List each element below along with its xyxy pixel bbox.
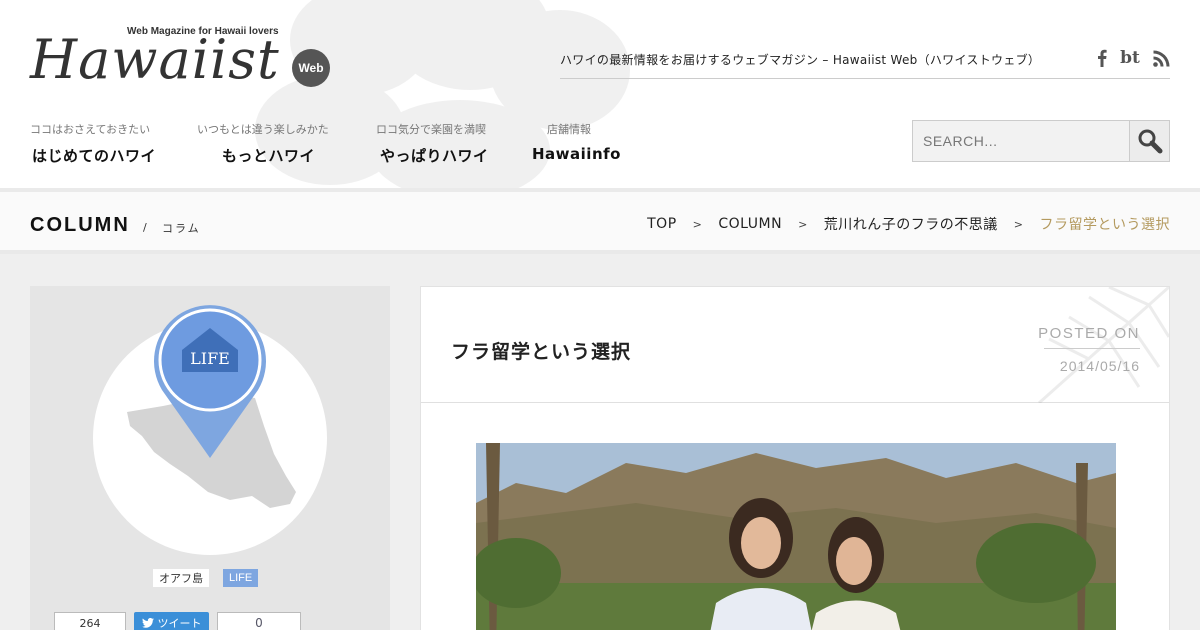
category-panel: LIFE オアフ島 LIFE 264 ツイート 0	[30, 286, 390, 630]
posted-on-label: POSTED ON	[1038, 325, 1140, 342]
article-title: フラ留学という選択	[451, 341, 632, 363]
bt-label: bt	[1120, 48, 1140, 68]
tag-life[interactable]: LIFE	[223, 569, 259, 587]
tweet-button[interactable]: ツイート	[134, 612, 209, 630]
site-logo[interactable]: Web Magazine for Hawaii lovers Hawaiist …	[30, 24, 330, 94]
search-button[interactable]	[1129, 121, 1169, 161]
logo-web-badge: Web	[292, 49, 330, 87]
section-title-bar: COLUMN / コラム TOP > COLUMN > 荒川れん子のフラの不思議…	[0, 188, 1200, 254]
nav-subtitle: ココはおさえておきたい	[30, 123, 151, 136]
logo-wordmark: Hawaiist	[30, 28, 280, 91]
site-description: ハワイの最新情報をお届けするウェブマガジン – Hawaiist Web（ハワイ…	[560, 53, 1041, 67]
breadcrumb: TOP > COLUMN > 荒川れん子のフラの不思議 > フラ留学という選択	[647, 214, 1170, 234]
section-title: COLUMN	[30, 214, 130, 236]
nav-subtitle: ロコ気分で楽園を満喫	[376, 123, 486, 136]
search-icon	[1138, 129, 1162, 154]
nav-item-yappari-hawaii[interactable]: ロコ気分で楽園を満喫 やっぱりハワイ	[376, 121, 489, 166]
facebook-icon[interactable]	[1094, 48, 1110, 68]
nav-label: やっぱりハワイ	[380, 147, 489, 165]
header-divider	[560, 78, 1170, 79]
share-count-secondary: 0	[217, 612, 301, 630]
nav-item-first-hawaii[interactable]: ココはおさえておきたい はじめてのハワイ	[30, 121, 156, 166]
search-form	[912, 120, 1170, 162]
rss-icon[interactable]	[1151, 48, 1171, 68]
article-card: フラ留学という選択 POSTED ON 2014/05/16	[420, 286, 1170, 630]
breadcrumb-separator: >	[798, 217, 808, 231]
tag-oahu[interactable]: オアフ島	[153, 569, 209, 587]
breadcrumb-series[interactable]: 荒川れん子のフラの不思議	[824, 214, 998, 234]
nav-item-hawaiinfo[interactable]: 店舗情報 Hawaiinfo	[532, 121, 621, 163]
posted-date: 2014/05/16	[1059, 358, 1140, 374]
section-subtitle: コラム	[162, 222, 201, 235]
hero-photo-illustration	[476, 443, 1116, 630]
nav-item-more-hawaii[interactable]: いつもとは違う楽しみかた もっとハワイ	[197, 121, 329, 166]
article-header: フラ留学という選択 POSTED ON 2014/05/16	[421, 287, 1169, 403]
breadcrumb-separator: >	[1013, 217, 1024, 231]
nav-label: はじめてのハワイ	[32, 147, 157, 165]
site-header: Web Magazine for Hawaii lovers Hawaiist …	[0, 0, 1200, 188]
tweet-label: ツイート	[157, 617, 202, 630]
section-title-slash: /	[143, 221, 147, 234]
share-count-box: 264	[54, 612, 126, 630]
palm-leaf-watermark	[1038, 287, 1169, 403]
posted-divider	[1044, 348, 1140, 349]
pin-label: LIFE	[190, 349, 230, 368]
nav-label: Hawaiinfo	[532, 145, 621, 163]
search-input[interactable]	[913, 121, 1129, 161]
article-hero-photo	[476, 443, 1116, 630]
nav-label: もっとハワイ	[222, 147, 316, 165]
twitter-icon	[141, 618, 154, 628]
nav-subtitle: 店舗情報	[547, 123, 591, 136]
breadcrumb-separator: >	[692, 217, 703, 231]
breadcrumb-current: フラ留学という選択	[1039, 217, 1170, 233]
oahu-map-graphic: LIFE	[93, 305, 327, 555]
bt-icon[interactable]: bt	[1119, 48, 1141, 68]
nav-subtitle: いつもとは違う楽しみかた	[197, 123, 329, 136]
breadcrumb-column[interactable]: COLUMN	[718, 216, 782, 232]
breadcrumb-top[interactable]: TOP	[647, 216, 677, 232]
